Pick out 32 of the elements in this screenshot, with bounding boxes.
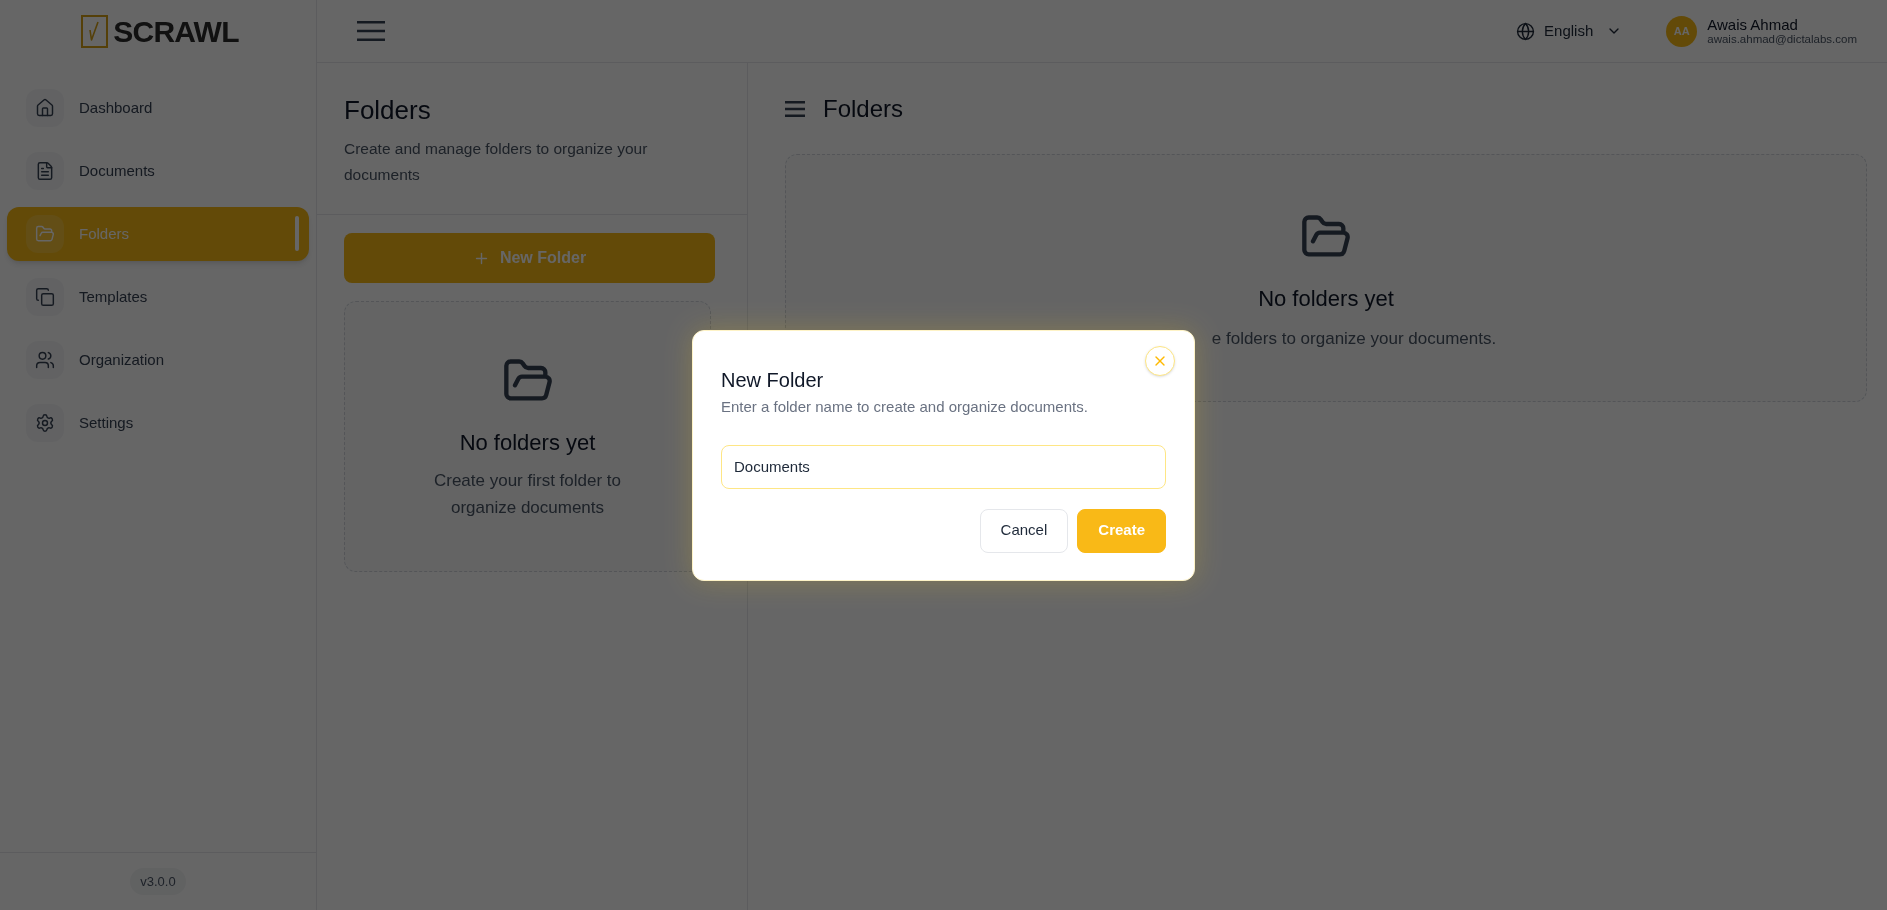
sidebar-item[interactable]: Documents: [7, 144, 309, 198]
sidebar-item[interactable]: Dashboard: [7, 81, 309, 135]
settings-icon: [26, 404, 64, 442]
home-icon: [26, 89, 64, 127]
empty-text: e folders to organize your documents.: [1211, 328, 1497, 350]
dialog-description: Enter a folder name to create and organize documents.: [721, 396, 1089, 417]
user-email: awais.ahmad@dictalabs.com: [1707, 32, 1857, 46]
page-title: Folders: [823, 93, 904, 124]
panel-description: Create and manage folders to organize your documents: [344, 139, 649, 185]
logo-text: SCRAWL: [113, 16, 239, 47]
language-selector[interactable]: English: [1516, 19, 1623, 43]
create-button[interactable]: Create: [1077, 508, 1166, 553]
sidebar-item[interactable]: Templates: [7, 270, 309, 324]
cancel-button[interactable]: Cancel: [979, 508, 1069, 553]
empty-title: No folders yet: [459, 429, 596, 457]
folder-name-input[interactable]: Documents: [721, 444, 1166, 489]
document-icon: [26, 152, 64, 190]
globe-icon: [1516, 21, 1536, 41]
panel-title: Folders: [344, 94, 432, 126]
logo-icon: [81, 15, 109, 48]
sidebar-item[interactable]: Settings: [7, 396, 309, 450]
empty-title: No folders yet: [1258, 285, 1394, 313]
menu-icon[interactable]: [357, 21, 385, 41]
empty-text: Create your first folder to organize documents: [432, 470, 623, 519]
version-badge: v3.0.0: [130, 867, 186, 896]
sidebar-item[interactable]: Organization: [7, 333, 309, 387]
copy-icon: [26, 278, 64, 316]
users-icon: [26, 341, 64, 379]
user-name: Awais Ahmad: [1707, 16, 1799, 33]
menu-icon[interactable]: [785, 100, 805, 117]
dialog-title: New Folder: [721, 367, 825, 393]
active-indicator: [295, 216, 299, 251]
